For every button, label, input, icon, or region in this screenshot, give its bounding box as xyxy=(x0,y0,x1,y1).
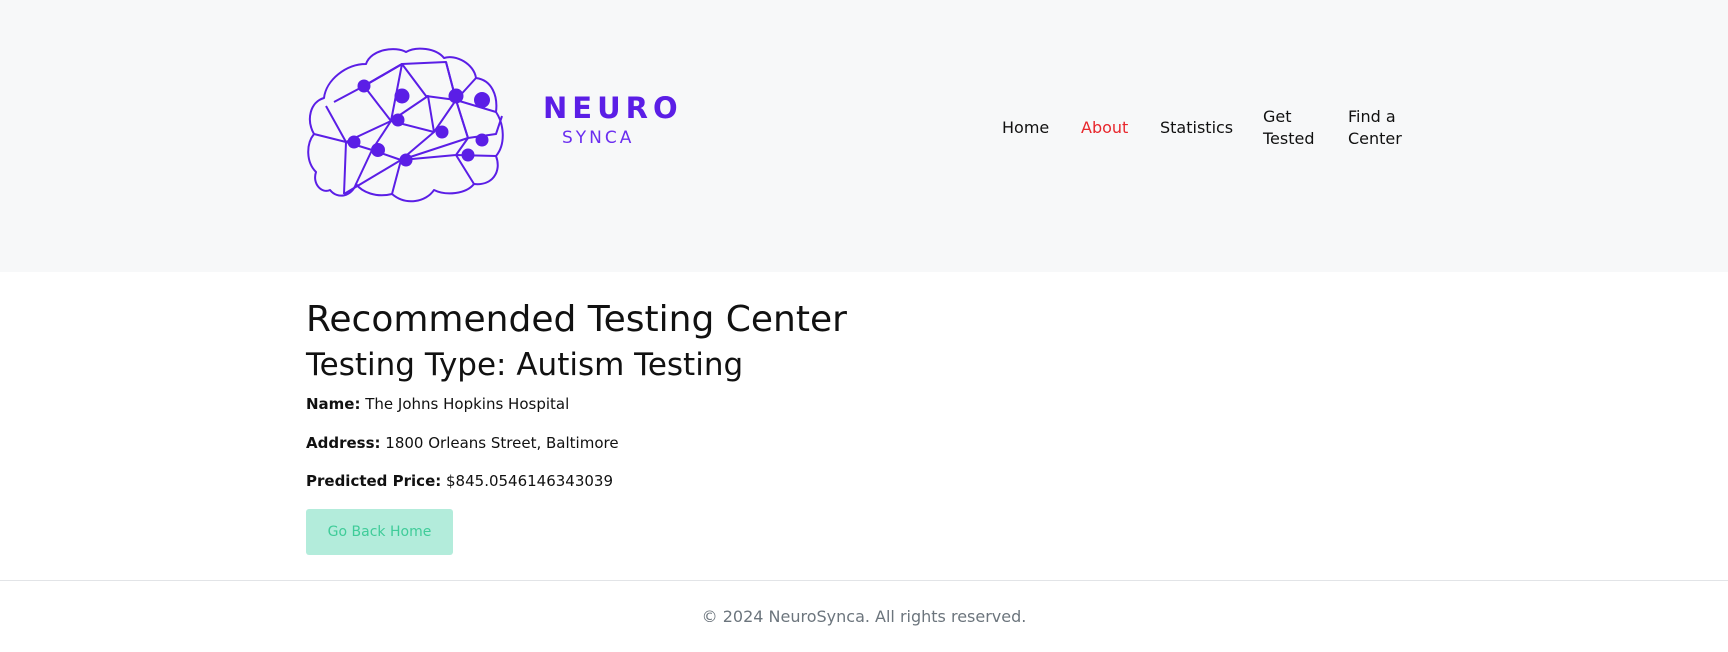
nav-about[interactable]: About xyxy=(1081,117,1141,139)
go-back-home-button[interactable]: Go Back Home xyxy=(306,509,453,555)
center-address-label: Address: xyxy=(306,434,381,452)
predicted-price-label: Predicted Price: xyxy=(306,472,442,490)
testing-type-heading: Testing Type: Autism Testing xyxy=(306,347,744,383)
page-title: Recommended Testing Center xyxy=(306,299,847,340)
center-address-row: Address: 1800 Orleans Street, Baltimore xyxy=(306,432,619,454)
predicted-price-value: $845.0546146343039 xyxy=(446,472,614,490)
copyright-text: © 2024 NeuroSynca. All rights reserved. xyxy=(701,607,1027,626)
brand-name-top: NEURO xyxy=(543,91,683,125)
site-header: NEURO SYNCA Home About Statistics Get Te… xyxy=(0,0,1728,272)
brain-network-icon xyxy=(307,47,504,203)
site-footer: © 2024 NeuroSynca. All rights reserved. xyxy=(0,580,1728,652)
main-content: Recommended Testing Center Testing Type:… xyxy=(306,298,1422,555)
center-name-row: Name: The Johns Hopkins Hospital xyxy=(306,393,569,415)
brand-name-bottom: SYNCA xyxy=(562,128,635,148)
predicted-price-row: Predicted Price: $845.0546146343039 xyxy=(306,470,613,492)
nav-statistics[interactable]: Statistics xyxy=(1160,117,1250,139)
nav-get-tested[interactable]: Get Tested xyxy=(1263,106,1323,150)
nav-home[interactable]: Home xyxy=(1002,117,1062,139)
brand-logo[interactable]: NEURO SYNCA xyxy=(306,44,686,214)
nav-find-center[interactable]: Find a Center xyxy=(1348,106,1412,150)
center-name-value: The Johns Hopkins Hospital xyxy=(365,395,570,413)
center-address-value: 1800 Orleans Street, Baltimore xyxy=(385,434,619,452)
center-name-label: Name: xyxy=(306,395,361,413)
